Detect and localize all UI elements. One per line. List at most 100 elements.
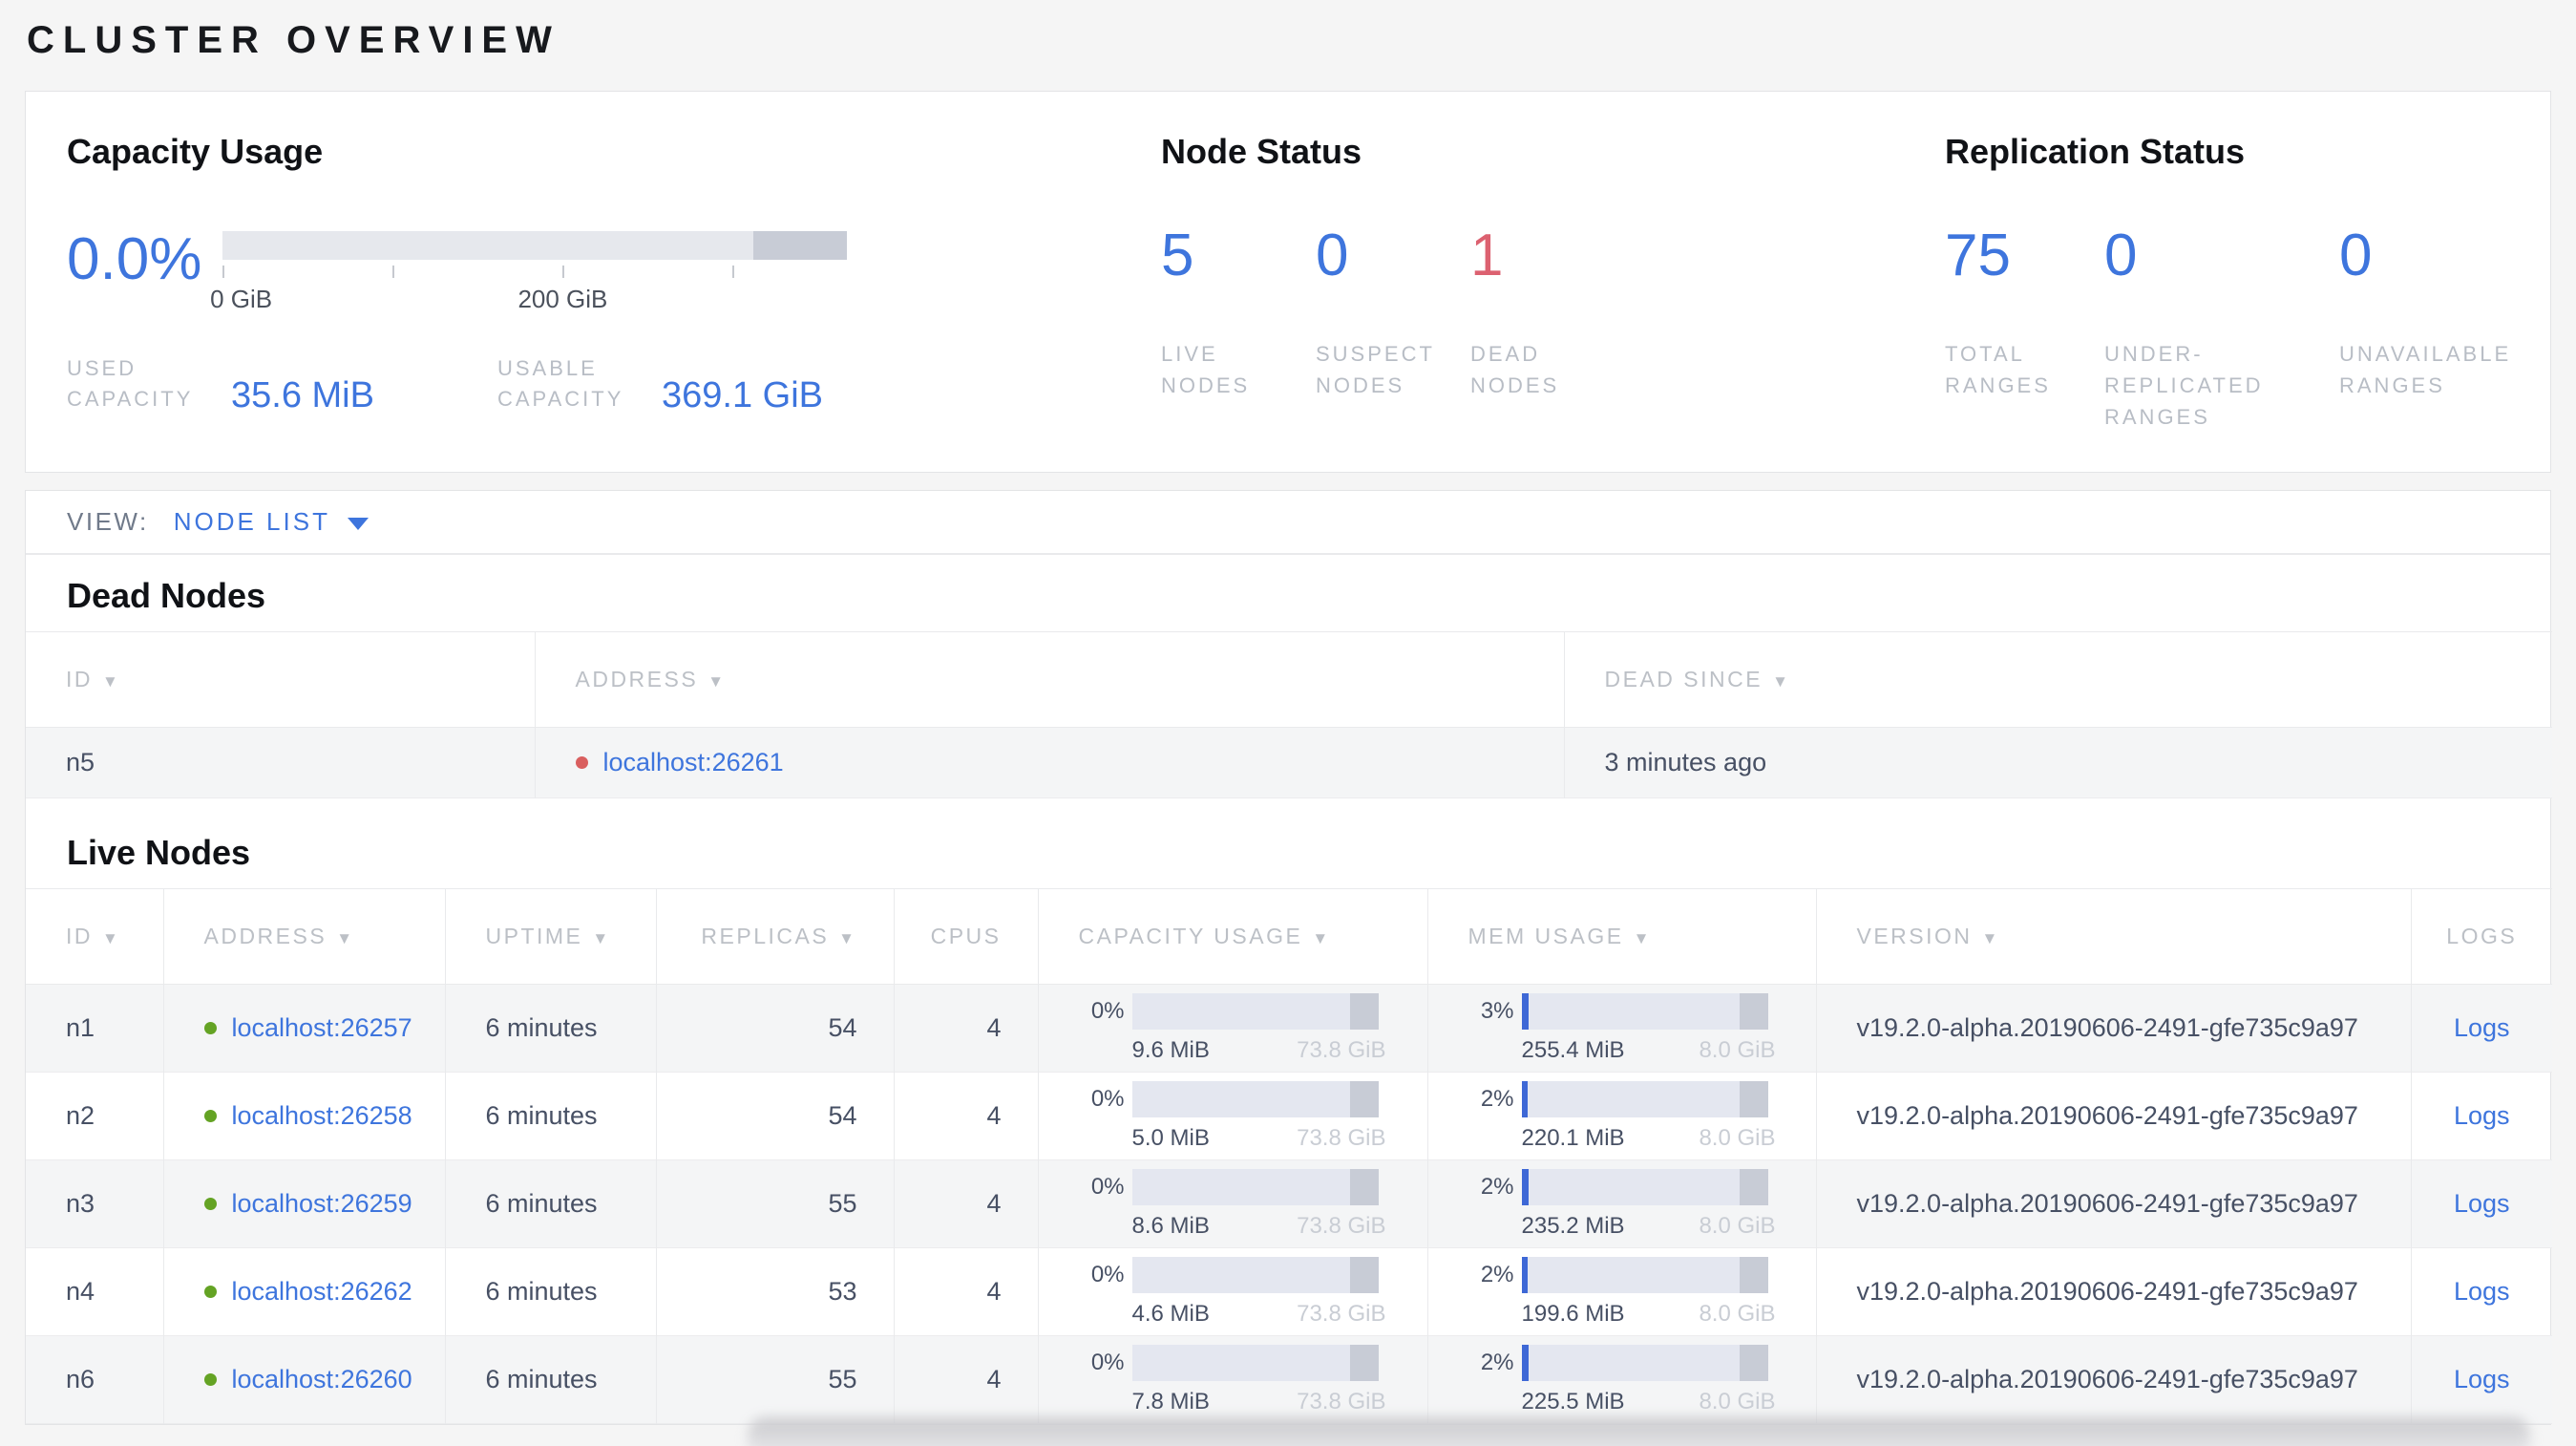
axis-tick bbox=[732, 266, 735, 278]
mem-usage-bar bbox=[1521, 992, 1768, 1030]
node-version: v19.2.0-alpha.20190606-2491-gfe735c9a97 bbox=[1815, 1247, 2411, 1336]
live-node-row: n6 localhost:26260 6 minutes 55 4 0% 7.8… bbox=[26, 1335, 2552, 1424]
used-capacity-label: USED CAPACITY bbox=[67, 356, 194, 411]
live-nodes-heading: Live Nodes bbox=[67, 833, 251, 872]
usable-capacity-value: 369.1 GiB bbox=[662, 375, 823, 415]
capacity-usage-bar bbox=[1131, 1080, 1379, 1117]
total-ranges-stat: 75 TOTAL RANGES bbox=[1945, 226, 2104, 433]
mem-reserved-segment bbox=[1739, 992, 1768, 1030]
dead-nodes-heading: Dead Nodes bbox=[67, 576, 266, 615]
capacity-gauge: 0.0% 0 GiB 200 GiB bbox=[67, 230, 1161, 313]
live-col-id[interactable]: ID bbox=[26, 889, 163, 985]
node-mem-usage: 2% 235.2 MiB 8.0 GiB bbox=[1426, 1159, 1816, 1248]
node-id: n6 bbox=[66, 1365, 95, 1393]
dead-col-dead-since[interactable]: DEAD SINCE bbox=[1563, 631, 2552, 728]
live-col-address[interactable]: ADDRESS bbox=[162, 888, 445, 985]
dead-node-address-link[interactable]: localhost:26261 bbox=[603, 748, 784, 777]
suspect-nodes-label: SUSPECT NODES bbox=[1316, 342, 1435, 397]
node-logs-link[interactable]: Logs bbox=[2410, 1335, 2552, 1424]
sort-desc-icon bbox=[592, 929, 610, 948]
dead-node-id: n5 bbox=[66, 748, 95, 776]
used-capacity-pair: USED CAPACITY 35.6 MiB bbox=[67, 353, 497, 415]
mem-reserved-segment bbox=[1739, 1080, 1768, 1117]
capacity-reserved-segment bbox=[1349, 1080, 1379, 1117]
dead-col-address[interactable]: ADDRESS bbox=[534, 631, 1564, 728]
live-nodes-stat: 5 LIVE NODES bbox=[1161, 223, 1316, 401]
page-title: CLUSTER OVERVIEW bbox=[27, 19, 560, 61]
used-capacity-value: 35.6 MiB bbox=[231, 375, 374, 415]
live-status-dot-icon bbox=[203, 1286, 217, 1298]
node-id: n1 bbox=[66, 1013, 95, 1042]
node-replicas: 55 bbox=[655, 1335, 894, 1424]
capacity-usage-bar bbox=[1131, 1256, 1379, 1293]
suspect-nodes-count: 0 bbox=[1316, 223, 1349, 288]
capacity-reserved-segment bbox=[1349, 992, 1379, 1030]
view-selector-dropdown[interactable]: NODE LIST bbox=[174, 507, 369, 537]
node-address-cell: localhost:26262 bbox=[162, 1247, 445, 1336]
replication-stats: 75 TOTAL RANGES 0 UNDER- REPLICATED RANG… bbox=[1945, 226, 2511, 433]
capacity-reserved-segment bbox=[1349, 1256, 1379, 1293]
capacity-usage-bar bbox=[1131, 1344, 1379, 1381]
node-id: n3 bbox=[66, 1189, 95, 1218]
node-logs-link[interactable]: Logs bbox=[2410, 1247, 2552, 1336]
dead-status-dot-icon bbox=[575, 756, 588, 769]
node-address-link[interactable]: localhost:26259 bbox=[232, 1189, 412, 1219]
node-logs-link[interactable]: Logs bbox=[2410, 1072, 2552, 1160]
dead-nodes-count: 1 bbox=[1470, 223, 1504, 288]
axis-tick bbox=[562, 266, 565, 278]
node-version: v19.2.0-alpha.20190606-2491-gfe735c9a97 bbox=[1815, 1159, 2411, 1248]
node-replicas: 54 bbox=[655, 1072, 894, 1160]
capacity-usage-bar bbox=[1131, 992, 1379, 1030]
mem-usage-bar bbox=[1521, 1256, 1768, 1293]
replication-status-title: Replication Status bbox=[1945, 132, 2246, 171]
node-logs-link[interactable]: Logs bbox=[2410, 984, 2552, 1073]
live-status-dot-icon bbox=[203, 1198, 217, 1210]
live-node-row: n3 localhost:26259 6 minutes 55 4 0% 8.6… bbox=[26, 1159, 2552, 1248]
node-mem-usage: 3% 255.4 MiB 8.0 GiB bbox=[1426, 984, 1816, 1073]
live-col-version[interactable]: VERSION bbox=[1815, 888, 2411, 985]
node-mem-usage: 2% 199.6 MiB 8.0 GiB bbox=[1426, 1247, 1816, 1336]
dead-col-id[interactable]: ID bbox=[26, 632, 535, 728]
node-replicas: 54 bbox=[655, 984, 894, 1073]
node-status-stats: 5 LIVE NODES 0 SUSPECT NODES 1 DEAD NODE… bbox=[1161, 223, 1945, 401]
node-cpus: 4 bbox=[893, 1159, 1038, 1248]
node-logs-link[interactable]: Logs bbox=[2410, 1159, 2552, 1248]
live-col-uptime[interactable]: UPTIME bbox=[444, 888, 656, 985]
live-nodes-table: ID ADDRESS UPTIME REPLICAS CPUS CAPACITY… bbox=[26, 888, 2552, 1424]
node-address-link[interactable]: localhost:26258 bbox=[232, 1101, 412, 1131]
node-replicas: 53 bbox=[655, 1247, 894, 1336]
live-col-replicas[interactable]: REPLICAS bbox=[655, 888, 894, 985]
dead-nodes-label: DEAD NODES bbox=[1470, 342, 1560, 397]
live-nodes-count: 5 bbox=[1161, 223, 1194, 288]
live-col-cpus: CPUS bbox=[893, 888, 1038, 985]
node-address-link[interactable]: localhost:26257 bbox=[232, 1013, 412, 1043]
node-status-title: Node Status bbox=[1161, 132, 1362, 171]
node-address-cell: localhost:26260 bbox=[162, 1335, 445, 1424]
mem-usage-bar bbox=[1521, 1168, 1768, 1205]
sort-desc-icon bbox=[838, 929, 856, 948]
total-ranges-label: TOTAL RANGES bbox=[1945, 342, 2051, 397]
node-uptime: 6 minutes bbox=[444, 1247, 656, 1336]
node-address-link[interactable]: localhost:26260 bbox=[232, 1365, 412, 1394]
live-col-mem[interactable]: MEM USAGE bbox=[1426, 888, 1816, 985]
node-uptime: 6 minutes bbox=[444, 1072, 656, 1160]
chevron-down-icon bbox=[347, 518, 369, 530]
node-uptime: 6 minutes bbox=[444, 1159, 656, 1248]
node-capacity-usage: 0% 5.0 MiB 73.8 GiB bbox=[1037, 1072, 1427, 1160]
capacity-reserved-segment bbox=[1349, 1168, 1379, 1205]
usable-capacity-pair: USABLE CAPACITY 369.1 GiB bbox=[497, 353, 823, 415]
live-col-capacity[interactable]: CAPACITY USAGE bbox=[1037, 888, 1427, 985]
sort-desc-icon bbox=[1312, 929, 1330, 948]
node-address-link[interactable]: localhost:26262 bbox=[232, 1277, 412, 1307]
dead-nodes-table: ID ADDRESS DEAD SINCE n5 localhost:26261… bbox=[26, 631, 2552, 798]
live-col-logs: LOGS bbox=[2410, 888, 2552, 985]
mem-reserved-segment bbox=[1739, 1168, 1768, 1205]
sort-desc-icon bbox=[336, 929, 354, 948]
node-capacity-usage: 0% 8.6 MiB 73.8 GiB bbox=[1037, 1159, 1427, 1248]
replication-status-section: Replication Status 75 TOTAL RANGES 0 UND… bbox=[1945, 92, 2511, 472]
view-selected-option[interactable]: NODE LIST bbox=[174, 507, 330, 537]
node-replicas: 55 bbox=[655, 1159, 894, 1248]
dead-node-row: n5 localhost:26261 3 minutes ago bbox=[26, 727, 2552, 798]
node-status-section: Node Status 5 LIVE NODES 0 SUSPECT NODES bbox=[1161, 92, 1945, 472]
capacity-axis: 0 GiB 200 GiB bbox=[210, 260, 847, 313]
